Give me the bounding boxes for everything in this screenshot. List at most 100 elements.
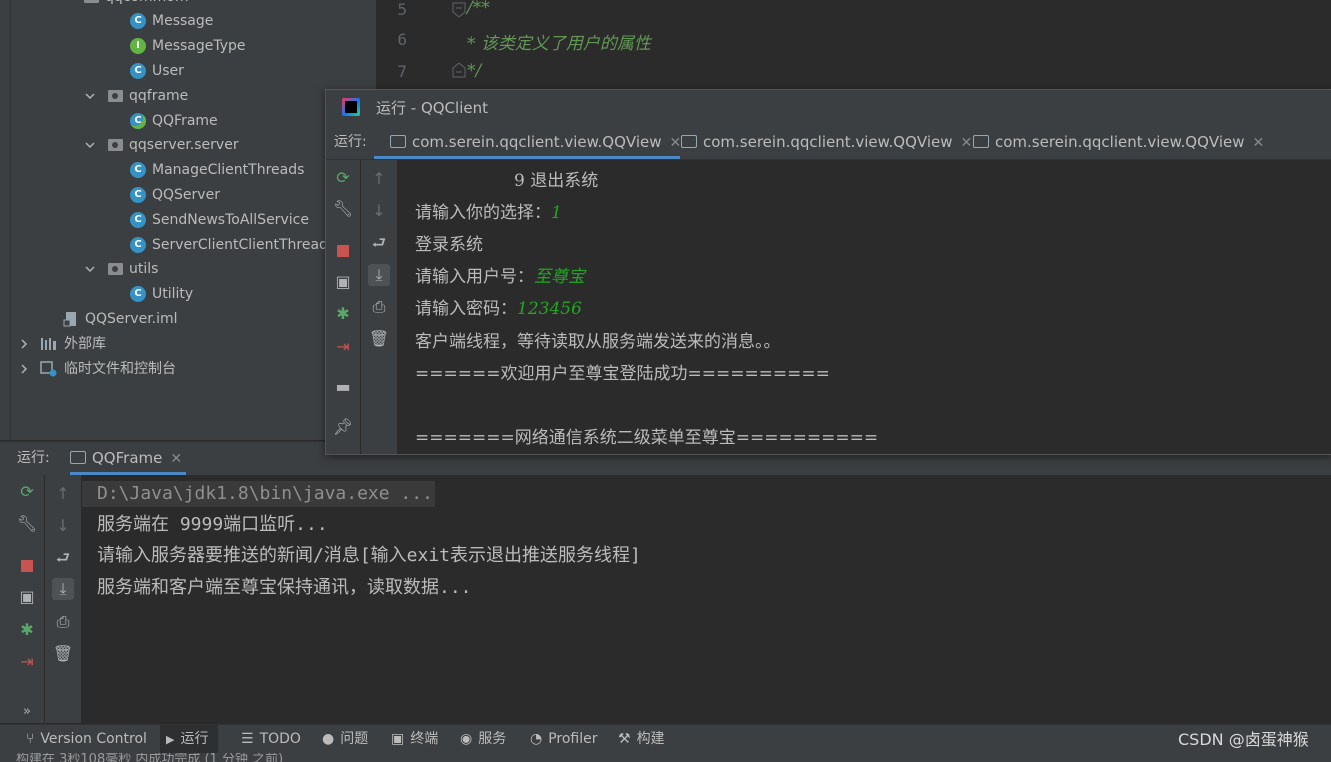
window-title-bar[interactable]: 运行 - QQClient [326,90,1331,127]
soft-wrap-icon[interactable]: ⮐ [368,232,390,254]
project-tree: qqcommom CMessage IMessageType CUser qqf… [0,0,376,440]
debug-bug-icon[interactable]: ✱ [332,303,354,325]
arrow-down-icon[interactable]: ↓ [368,200,390,222]
arrow-down-icon[interactable]: ↓ [52,515,74,537]
code-line: */ [467,61,482,81]
exit-icon[interactable]: ⇥ [332,336,354,358]
tool-version-control[interactable]: ⑂ Version Control [22,725,151,754]
tree-class-serverclientclientthread[interactable]: C ServerClientClientThread [130,233,328,257]
exit-icon[interactable]: ⇥ [16,651,38,673]
tool-todo[interactable]: ☰ TODO [237,725,305,754]
close-icon[interactable]: ✕ [1253,135,1265,151]
print-icon[interactable]: ⎙ [52,611,74,633]
package-icon [108,139,123,151]
fold-icon[interactable] [452,2,466,18]
chevron-right-icon[interactable] [18,363,30,375]
chevron-down-icon[interactable] [84,139,96,151]
class-icon: C [130,237,146,253]
floating-run-window[interactable]: 运行 - QQClient 运行: com.serein.qqclient.vi… [325,89,1331,455]
tool-build[interactable]: ⚒ 构建 [614,725,669,754]
chevron-right-icon[interactable] [18,338,30,350]
tree-class-sendnewstoallservice[interactable]: C SendNewsToAllService [130,208,309,232]
tree-class-manageclientthreads[interactable]: C ManageClientThreads [130,158,304,182]
package-icon [84,0,99,3]
chevron-down-icon[interactable] [84,263,96,275]
tree-package-qqcommom[interactable]: qqcommom [84,0,189,9]
camera-icon[interactable]: ▣ [16,586,38,608]
tab-qqview-1[interactable]: com.serein.qqclient.view.QQView ✕ [374,126,681,159]
profiler-icon: ◔ [530,731,543,747]
client-console[interactable]: 9 退出系统 请输入你的选择：1 登录系统 请输入用户号：至尊宝 请输入密码：1… [398,160,1331,454]
arrow-up-icon[interactable]: ↑ [368,168,390,190]
class-icon: C [130,162,146,178]
tree-class-qqserver[interactable]: C QQServer [130,183,220,207]
class-icon: C [130,13,146,29]
soft-wrap-icon[interactable]: ⮐ [52,547,74,569]
left-edge-strip [0,475,10,723]
tree-package-utils[interactable]: utils [84,257,158,281]
trash-icon[interactable]: 🗑︎ [52,643,74,665]
run-label: 运行: [334,134,367,150]
branch-icon: ⑂ [26,731,35,747]
console-line: 请输入用户号：至尊宝 [415,267,585,287]
tree-class-qqframe[interactable]: C QQFrame [130,109,218,133]
terminal-icon: ▣ [391,731,405,747]
wrench-icon[interactable]: 🔧︎ [16,513,38,535]
tree-file-qqserver-iml[interactable]: QQServer.iml [63,307,178,331]
tool-services[interactable]: ◉ 服务 [456,725,510,754]
code-line: /** [467,0,490,18]
tool-window-bar: ⑂ Version Control ▶ 运行 ☰ TODO ● 问题 ▣ 终端 ◉ 服务 ◔… [0,724,1331,754]
fold-icon[interactable] [452,62,466,78]
line-number: 6 [397,30,407,49]
rerun-icon[interactable]: ⟳ [332,167,354,189]
run-icon: ▶ [166,733,175,746]
tool-terminal[interactable]: ▣ 终端 [387,725,442,754]
tree-class-message[interactable]: C Message [130,9,213,33]
wrench-icon[interactable]: 🔧︎ [332,198,354,220]
tool-problems[interactable]: ● 问题 [318,725,372,754]
close-icon[interactable]: ✕ [170,451,182,467]
class-icon: C [130,286,146,302]
tree-scratches[interactable]: 临时文件和控制台 [18,357,176,381]
more-icon[interactable]: » [16,701,38,723]
tab-qqview-2[interactable]: com.serein.qqclient.view.QQView ✕ [679,126,972,159]
pin-icon[interactable]: 📌︎ [332,416,354,438]
layout-icon[interactable]: ▬ [332,376,354,398]
trash-icon[interactable]: 🗑︎ [368,328,390,350]
tree-class-utility[interactable]: C Utility [130,282,193,306]
intellij-logo-icon [342,98,360,116]
chevron-down-icon[interactable] [84,90,96,102]
line-number: 5 [397,0,407,19]
rerun-icon[interactable]: ⟳ [16,481,38,503]
iml-file-icon [63,312,76,327]
tool-run[interactable]: ▶ 运行 [160,725,219,754]
tree-package-qqserver-server[interactable]: qqserver.server [84,133,239,157]
console-icon [390,135,406,148]
window-title: 运行 - QQClient [376,99,488,117]
run-label: 运行: [17,450,50,466]
interface-icon: I [130,38,146,54]
tab-qqframe[interactable]: QQFrame ✕ [70,442,187,475]
console-line: 客户端线程，等待读取从服务端发送来的消息。。 [415,332,781,352]
stop-icon[interactable] [332,239,354,261]
tree-external-libraries[interactable]: 外部库 [18,332,106,356]
console-line: 请输入密码：123456 [415,299,582,319]
run-console[interactable]: D:\Java\jdk1.8\bin\java.exe ... 服务端在 999… [82,475,1331,723]
print-icon[interactable]: ⎙ [368,296,390,318]
stop-icon[interactable] [16,554,38,576]
tool-profiler[interactable]: ◔ Profiler [526,725,602,754]
watermark: CSDN @卤蛋神猴 [1178,730,1309,749]
runnable-class-icon: C [130,113,146,129]
class-icon: C [130,187,146,203]
arrow-up-icon[interactable]: ↑ [52,483,74,505]
tab-qqview-3[interactable]: com.serein.qqclient.view.QQView ✕ [971,126,1264,159]
tree-interface-messagetype[interactable]: I MessageType [130,34,246,58]
services-icon: ◉ [460,731,473,747]
scroll-to-end-icon[interactable]: ⤓ [52,578,74,600]
camera-icon[interactable]: ▣ [332,271,354,293]
debug-bug-icon[interactable]: ✱ [16,619,38,641]
scroll-to-end-icon[interactable]: ⤓ [368,264,390,286]
tree-package-qqframe[interactable]: qqframe [84,84,188,108]
tree-class-user[interactable]: C User [130,59,184,83]
console-line: 9 退出系统 [514,171,599,191]
